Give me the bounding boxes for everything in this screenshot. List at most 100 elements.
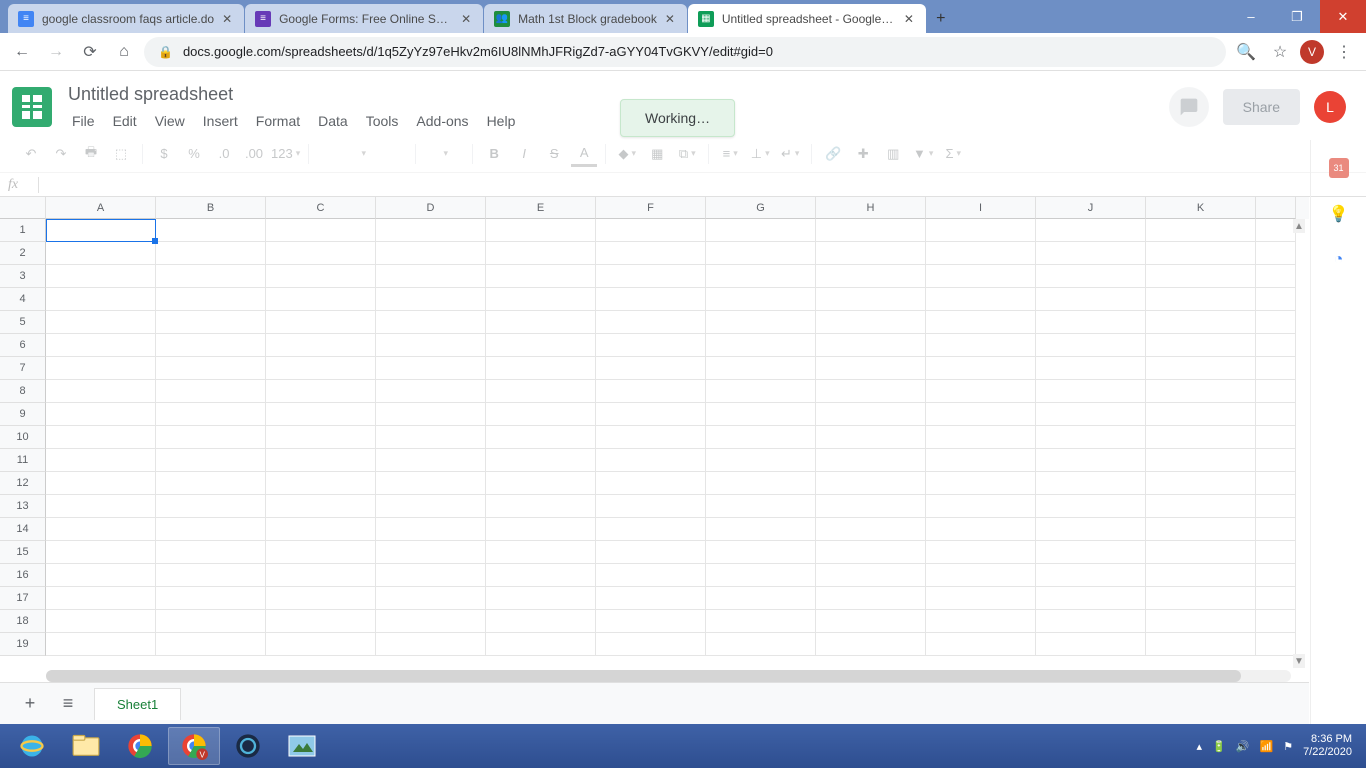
cell[interactable] <box>706 380 816 403</box>
font-family-select[interactable] <box>317 141 407 167</box>
menu-data[interactable]: Data <box>310 109 356 133</box>
cell[interactable] <box>156 518 266 541</box>
cell[interactable] <box>486 541 596 564</box>
cell[interactable] <box>486 265 596 288</box>
horizontal-scrollbar[interactable] <box>46 670 1291 682</box>
cell[interactable] <box>816 265 926 288</box>
cell[interactable] <box>266 587 376 610</box>
cell[interactable] <box>156 426 266 449</box>
cell[interactable] <box>376 219 486 242</box>
back-button[interactable]: ← <box>8 38 36 66</box>
zoom-icon[interactable]: 🔍 <box>1232 38 1260 66</box>
number-format-button[interactable]: 123 <box>271 141 300 167</box>
cell[interactable] <box>816 219 926 242</box>
cell[interactable] <box>156 587 266 610</box>
account-avatar[interactable]: L <box>1314 91 1346 123</box>
close-icon[interactable]: ✕ <box>663 12 677 26</box>
cell[interactable] <box>156 495 266 518</box>
menu-insert[interactable]: Insert <box>195 109 246 133</box>
cell[interactable] <box>376 334 486 357</box>
cell[interactable] <box>266 288 376 311</box>
cell[interactable] <box>596 518 706 541</box>
forward-button[interactable]: → <box>42 38 70 66</box>
cell[interactable] <box>1146 403 1256 426</box>
cell[interactable] <box>266 311 376 334</box>
cell[interactable] <box>156 541 266 564</box>
close-button[interactable]: ✕ <box>1320 0 1366 33</box>
cell[interactable] <box>46 472 156 495</box>
cell[interactable] <box>816 357 926 380</box>
cell[interactable] <box>486 334 596 357</box>
col-header[interactable]: I <box>926 197 1036 219</box>
cell[interactable] <box>1146 495 1256 518</box>
cell[interactable] <box>706 242 816 265</box>
cell[interactable] <box>926 242 1036 265</box>
cell[interactable] <box>1146 587 1256 610</box>
cell[interactable] <box>1256 426 1296 449</box>
cell[interactable] <box>816 449 926 472</box>
all-sheets-button[interactable]: ≡ <box>56 692 80 716</box>
chrome-active-taskbar-icon[interactable]: V <box>168 727 220 765</box>
comments-button[interactable] <box>1169 87 1209 127</box>
cell[interactable] <box>486 288 596 311</box>
cell[interactable] <box>706 564 816 587</box>
cell[interactable] <box>926 288 1036 311</box>
cell[interactable] <box>816 242 926 265</box>
cell[interactable] <box>1036 242 1146 265</box>
cell[interactable] <box>816 495 926 518</box>
cell[interactable] <box>706 334 816 357</box>
cell[interactable] <box>486 495 596 518</box>
cell[interactable] <box>266 265 376 288</box>
tray-expand-icon[interactable]: ▴ <box>1197 740 1203 753</box>
row-header[interactable]: 2 <box>0 242 46 265</box>
cell[interactable] <box>1146 426 1256 449</box>
row-header[interactable]: 13 <box>0 495 46 518</box>
cell[interactable] <box>926 472 1036 495</box>
cell[interactable] <box>596 564 706 587</box>
cell[interactable] <box>486 219 596 242</box>
cell[interactable] <box>926 610 1036 633</box>
row-header[interactable]: 18 <box>0 610 46 633</box>
col-header[interactable]: F <box>596 197 706 219</box>
cell[interactable] <box>1256 288 1296 311</box>
cell[interactable] <box>376 518 486 541</box>
more-icon[interactable]: ⋮ <box>1330 38 1358 66</box>
cell[interactable] <box>46 380 156 403</box>
row-header[interactable]: 4 <box>0 288 46 311</box>
document-title[interactable]: Untitled spreadsheet <box>64 82 1169 107</box>
menu-file[interactable]: File <box>64 109 103 133</box>
cell[interactable] <box>706 610 816 633</box>
row-header[interactable]: 16 <box>0 564 46 587</box>
cell[interactable] <box>376 495 486 518</box>
cell[interactable] <box>1256 587 1296 610</box>
decrease-decimal-button[interactable]: .0 <box>211 141 237 167</box>
col-header[interactable]: C <box>266 197 376 219</box>
cell[interactable] <box>706 587 816 610</box>
scroll-up-icon[interactable]: ▲ <box>1293 219 1305 233</box>
home-button[interactable]: ⌂ <box>110 38 138 66</box>
cell[interactable] <box>596 541 706 564</box>
cell[interactable] <box>46 518 156 541</box>
italic-button[interactable]: I <box>511 141 537 167</box>
cell[interactable] <box>156 633 266 656</box>
cell[interactable] <box>1146 518 1256 541</box>
cell[interactable] <box>266 380 376 403</box>
close-icon[interactable]: ✕ <box>902 12 916 26</box>
cell[interactable] <box>1036 357 1146 380</box>
cell[interactable] <box>816 426 926 449</box>
browser-tab-forms[interactable]: ≡ Google Forms: Free Online Surve ✕ <box>245 4 483 33</box>
row-header[interactable]: 19 <box>0 633 46 656</box>
volume-icon[interactable]: 🔊 <box>1236 740 1250 753</box>
close-icon[interactable]: ✕ <box>459 12 473 26</box>
menu-addons[interactable]: Add-ons <box>408 109 476 133</box>
valign-button[interactable]: ⊥ <box>747 141 773 167</box>
cell[interactable] <box>1256 265 1296 288</box>
cell[interactable] <box>266 564 376 587</box>
increase-decimal-button[interactable]: .00 <box>241 141 267 167</box>
cell[interactable] <box>926 380 1036 403</box>
reload-button[interactable]: ⟳ <box>76 38 104 66</box>
vertical-scrollbar[interactable]: ▲ ▼ <box>1293 219 1305 668</box>
cell[interactable] <box>596 311 706 334</box>
cell[interactable] <box>156 380 266 403</box>
col-header[interactable]: A <box>46 197 156 219</box>
